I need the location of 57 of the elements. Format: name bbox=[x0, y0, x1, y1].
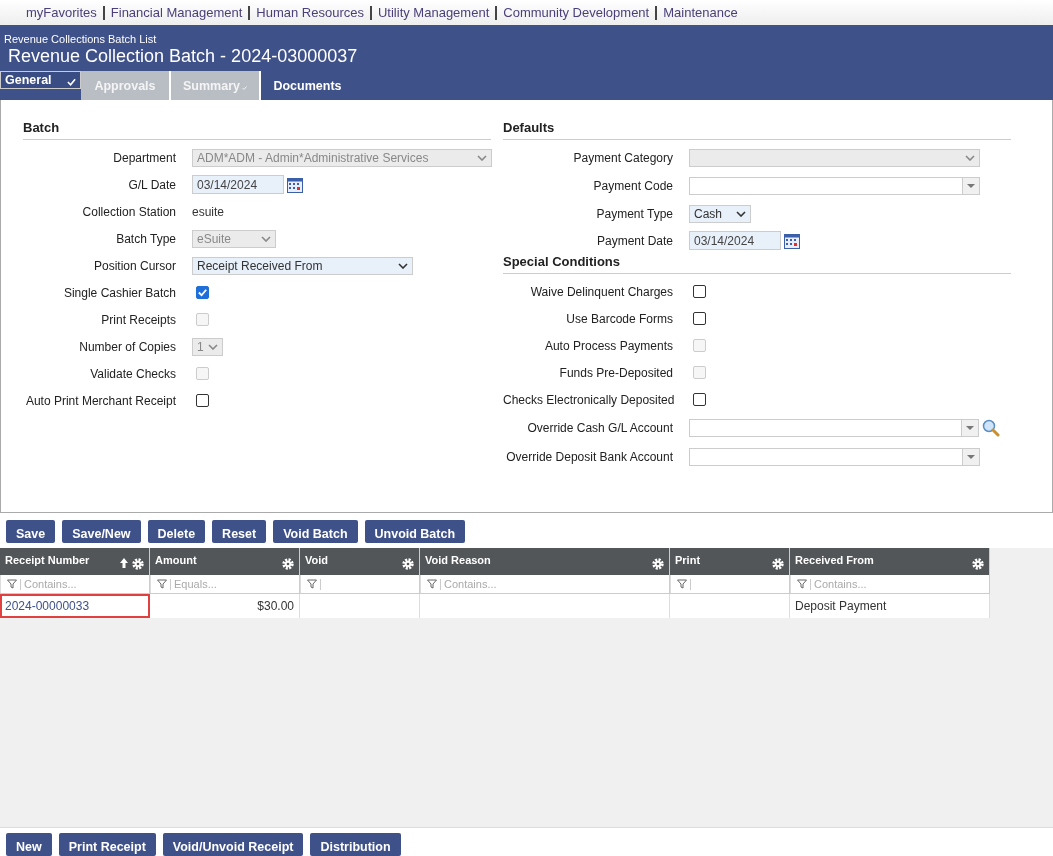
action-button[interactable]: Void Batch bbox=[273, 520, 358, 543]
action-button[interactable]: Delete bbox=[147, 520, 206, 543]
date-field[interactable]: 03/14/2024 bbox=[192, 175, 284, 194]
nav-link[interactable]: myFavorites bbox=[26, 5, 97, 20]
field-label: Position Cursor bbox=[92, 258, 177, 273]
breadcrumb-link[interactable]: Revenue Collections Batch List bbox=[0, 33, 157, 45]
action-button[interactable]: Void/Unvoid Receipt bbox=[162, 833, 304, 856]
nav-link[interactable]: Human Resources bbox=[256, 5, 364, 20]
field-value: esuite bbox=[192, 204, 225, 219]
column-header[interactable]: Void bbox=[300, 548, 420, 575]
field-label: Validate Checks bbox=[89, 366, 177, 381]
field-label: Payment Date bbox=[595, 233, 674, 248]
field-label: Override Cash G/L Account bbox=[526, 420, 674, 435]
field-label: Payment Code bbox=[592, 178, 674, 193]
action-button[interactable]: Print Receipt bbox=[58, 833, 156, 856]
field-label: Use Barcode Forms bbox=[565, 311, 674, 326]
action-button[interactable]: New bbox=[6, 833, 52, 856]
nav-link[interactable]: Utility Management bbox=[378, 5, 490, 20]
action-button[interactable]: Save bbox=[6, 520, 56, 543]
dropdown[interactable]: Cash bbox=[689, 204, 751, 223]
tab[interactable]: General bbox=[0, 71, 81, 89]
field-label: Number of Copies bbox=[78, 339, 177, 354]
field-label: Checks Electronically Deposited bbox=[503, 392, 676, 407]
table-cell: Deposit Payment bbox=[790, 594, 990, 618]
column-header[interactable]: Print bbox=[670, 548, 790, 575]
section-heading: Defaults bbox=[503, 120, 1011, 140]
field-label: Payment Category bbox=[572, 150, 674, 165]
action-button[interactable]: Reset bbox=[212, 520, 267, 543]
field-label: Funds Pre-Deposited bbox=[558, 365, 674, 380]
page-title: Revenue Collection Batch - 2024-03000037 bbox=[7, 46, 358, 67]
field-label: Batch Type bbox=[115, 231, 177, 246]
field-label: Print Receipts bbox=[100, 312, 177, 327]
dropdown[interactable]: Receipt Received From bbox=[192, 256, 413, 275]
action-button[interactable]: Distribution bbox=[310, 833, 401, 856]
nav-link[interactable]: Maintenance bbox=[663, 5, 738, 20]
date-field[interactable]: 03/14/2024 bbox=[689, 231, 781, 250]
column-header[interactable]: Received From bbox=[790, 548, 990, 575]
table-cell: $30.00 bbox=[150, 594, 300, 618]
action-button[interactable]: Save/New bbox=[62, 520, 141, 543]
table-cell: 2024-00000033 bbox=[0, 594, 150, 618]
field-label: Waive Delinquent Charges bbox=[529, 284, 674, 299]
field-label: Single Cashier Batch bbox=[62, 285, 177, 300]
field-label: Payment Type bbox=[595, 206, 674, 221]
section-heading: Special Conditions bbox=[503, 254, 1011, 274]
field-label: Collection Station bbox=[81, 204, 177, 219]
action-button[interactable]: Unvoid Batch bbox=[364, 520, 466, 543]
section-heading: Batch bbox=[23, 120, 491, 140]
field-label: G/L Date bbox=[127, 177, 177, 192]
field-label: Override Deposit Bank Account bbox=[505, 449, 674, 464]
field-label: Department bbox=[112, 150, 177, 165]
field-label: Auto Print Merchant Receipt bbox=[24, 393, 177, 408]
nav-link[interactable]: Financial Management bbox=[110, 5, 243, 20]
nav-link[interactable]: Community Development bbox=[503, 5, 650, 20]
column-header[interactable]: Void Reason bbox=[420, 548, 670, 575]
column-header[interactable]: Receipt Number bbox=[0, 548, 150, 575]
column-header[interactable]: Amount bbox=[150, 548, 300, 575]
field-label: Auto Process Payments bbox=[543, 338, 674, 353]
